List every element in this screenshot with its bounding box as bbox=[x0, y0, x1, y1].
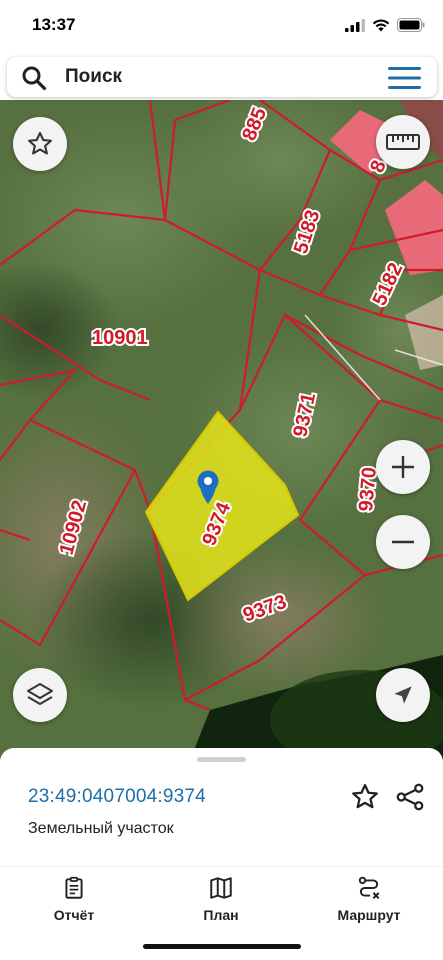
sheet-grabber[interactable] bbox=[197, 757, 246, 762]
search-icon[interactable] bbox=[21, 65, 47, 91]
search-input[interactable]: Поиск bbox=[65, 66, 122, 88]
tab-report-label: Отчёт bbox=[53, 907, 95, 923]
report-icon bbox=[65, 876, 83, 899]
hamburger-menu-icon[interactable] bbox=[388, 67, 421, 89]
tab-route[interactable]: Маршрут bbox=[314, 875, 424, 923]
tab-route-label: Маршрут bbox=[337, 907, 401, 923]
status-icons bbox=[345, 17, 425, 33]
plus-icon bbox=[392, 456, 414, 478]
tab-report[interactable]: Отчёт bbox=[19, 875, 129, 923]
layers-button[interactable] bbox=[13, 668, 67, 722]
battery-icon bbox=[397, 18, 425, 32]
satellite-map[interactable]: 10901 10902 9371 9374 9373 5183 5182 885… bbox=[0, 100, 443, 760]
cellular-signal-icon bbox=[345, 18, 365, 32]
wifi-icon bbox=[372, 18, 390, 31]
map-view[interactable]: 10901 10902 9371 9374 9373 5183 5182 885… bbox=[0, 100, 443, 760]
cadastral-number[interactable]: 23:49:0407004:9374 bbox=[28, 786, 206, 808]
zoom-out-button[interactable] bbox=[376, 515, 430, 569]
parcel-type-label: Земельный участок bbox=[28, 820, 174, 837]
favorite-star-icon[interactable] bbox=[350, 782, 380, 812]
layers-icon bbox=[27, 683, 53, 705]
parcel-label-10901: 10901 bbox=[92, 327, 148, 349]
search-bar[interactable]: Поиск bbox=[7, 57, 437, 97]
zoom-in-button[interactable] bbox=[376, 440, 430, 494]
share-icon[interactable] bbox=[395, 782, 425, 812]
tab-plan[interactable]: План bbox=[166, 875, 276, 923]
my-location-button[interactable] bbox=[376, 668, 430, 722]
map-icon bbox=[210, 877, 232, 899]
minus-icon bbox=[392, 540, 414, 544]
home-indicator bbox=[143, 944, 301, 949]
star-outline-icon bbox=[27, 131, 53, 155]
ruler-button[interactable] bbox=[376, 115, 430, 169]
navigation-arrow-icon bbox=[394, 686, 412, 704]
route-icon bbox=[358, 876, 380, 899]
ruler-icon bbox=[386, 134, 420, 150]
status-bar: 13:37 bbox=[0, 0, 443, 52]
tab-plan-label: План bbox=[203, 907, 239, 923]
status-time: 13:37 bbox=[32, 15, 76, 34]
favorite-map-button[interactable] bbox=[13, 117, 67, 171]
bottom-tab-bar: Отчёт План Маршрут bbox=[0, 866, 443, 937]
